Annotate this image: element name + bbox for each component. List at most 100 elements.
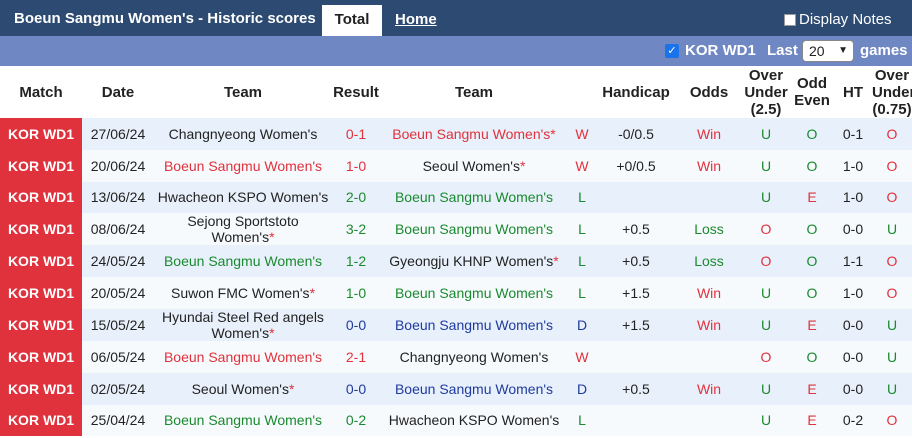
home-team[interactable]: Boeun Sangmu Women's (154, 245, 332, 278)
away-team[interactable]: Hwacheon KSPO Women's (380, 404, 568, 437)
team-name[interactable]: Boeun Sangmu Women's (395, 285, 553, 301)
table-row[interactable]: KOR WD1 20/05/24 Suwon FMC Women's* 1-0 Boeu… (0, 277, 912, 309)
col-wl (568, 66, 596, 118)
display-notes-checkbox[interactable] (784, 13, 796, 26)
match-result[interactable]: 1-0 (332, 277, 380, 309)
tab-total[interactable]: Total (322, 5, 382, 36)
result-indicator: D (568, 372, 596, 405)
home-team[interactable]: Boeun Sangmu Women's (154, 149, 332, 182)
home-team[interactable]: Seoul Women's* (154, 372, 332, 405)
table-row[interactable]: KOR WD1 27/06/24 Changnyeong Women's 0-1 Boe… (0, 118, 912, 150)
result-indicator: W (568, 340, 596, 373)
league-badge[interactable]: KOR WD1 (0, 149, 82, 182)
half-time-score: 1-1 (834, 245, 872, 278)
col-team-away: Team (380, 66, 568, 118)
team-name[interactable]: Boeun Sangmu Women's (164, 158, 322, 174)
match-result[interactable]: 1-2 (332, 245, 380, 278)
match-date: 15/05/24 (82, 308, 154, 341)
table-row[interactable]: KOR WD1 06/05/24 Boeun Sangmu Women's 2-1 Ch… (0, 340, 912, 373)
handicap-value (596, 404, 676, 437)
check-icon[interactable]: ✓ (665, 43, 679, 58)
match-result[interactable]: 0-0 (332, 308, 380, 341)
match-result[interactable]: 2-0 (332, 181, 380, 214)
result-indicator: L (568, 213, 596, 246)
team-name[interactable]: Gyeongju KHNP Women's (389, 253, 553, 269)
match-result[interactable]: 3-2 (332, 213, 380, 246)
league-badge[interactable]: KOR WD1 (0, 404, 82, 437)
league-badge[interactable]: KOR WD1 (0, 181, 82, 214)
league-badge[interactable]: KOR WD1 (0, 213, 82, 246)
tab-home[interactable]: Home (395, 11, 437, 28)
away-team[interactable]: Boeun Sangmu Women's (380, 277, 568, 309)
col-odd-even: Odd Even (790, 66, 834, 118)
away-team[interactable]: Boeun Sangmu Women's (380, 372, 568, 405)
away-team[interactable]: Seoul Women's* (380, 149, 568, 182)
handicap-value: -0/0.5 (596, 118, 676, 150)
team-name[interactable]: Boeun Sangmu Women's (164, 412, 322, 428)
team-name[interactable]: Boeun Sangmu Women's (395, 381, 553, 397)
handicap-value: +1.5 (596, 308, 676, 341)
away-team[interactable]: Boeun Sangmu Women's (380, 181, 568, 214)
away-team[interactable]: Gyeongju KHNP Women's* (380, 245, 568, 278)
over-under-value: U (742, 308, 790, 341)
away-team[interactable]: Changnyeong Women's (380, 340, 568, 373)
match-date: 06/05/24 (82, 340, 154, 373)
match-result[interactable]: 0-1 (332, 118, 380, 150)
home-team[interactable]: Changnyeong Women's (154, 118, 332, 150)
result-indicator: D (568, 308, 596, 341)
team-name[interactable]: Boeun Sangmu Women's (164, 349, 322, 365)
odds-outcome (676, 340, 742, 373)
team-name[interactable]: Hwacheon KSPO Women's (158, 189, 329, 205)
col-odds: Odds (676, 66, 742, 118)
home-team[interactable]: Boeun Sangmu Women's (154, 340, 332, 373)
match-result[interactable]: 2-1 (332, 340, 380, 373)
table-row[interactable]: KOR WD1 24/05/24 Boeun Sangmu Women's 1-2 Gy… (0, 245, 912, 278)
games-count-select[interactable]: 20 ▼ (802, 40, 854, 62)
match-result[interactable]: 0-0 (332, 372, 380, 405)
team-name[interactable]: Hyundai Steel Red angels Women's (162, 309, 324, 341)
team-name[interactable]: Sejong Sportstoto Women's (187, 213, 298, 245)
league-badge[interactable]: KOR WD1 (0, 118, 82, 150)
team-name[interactable]: Boeun Sangmu Women's (395, 317, 553, 333)
match-result[interactable]: 0-2 (332, 404, 380, 437)
home-team[interactable]: Suwon FMC Women's* (154, 277, 332, 309)
over-under-value: U (742, 118, 790, 150)
odds-outcome: Win (676, 277, 742, 309)
team-name[interactable]: Changnyeong Women's (400, 349, 549, 365)
team-name[interactable]: Hwacheon KSPO Women's (389, 412, 560, 428)
handicap-value (596, 340, 676, 373)
team-name[interactable]: Boeun Sangmu Women's (395, 189, 553, 205)
team-name[interactable]: Boeun Sangmu Women's (392, 126, 550, 142)
home-team[interactable]: Hyundai Steel Red angels Women's* (154, 308, 332, 341)
team-name[interactable]: Suwon FMC Women's (171, 285, 310, 301)
table-row[interactable]: KOR WD1 02/05/24 Seoul Women's* 0-0 Boeun Sa… (0, 372, 912, 405)
table-row[interactable]: KOR WD1 13/06/24 Hwacheon KSPO Women's 2-0 B… (0, 181, 912, 214)
table-row[interactable]: KOR WD1 08/06/24 Sejong Sportstoto Women's… (0, 213, 912, 246)
result-indicator: L (568, 245, 596, 278)
home-team[interactable]: Hwacheon KSPO Women's (154, 181, 332, 214)
league-badge[interactable]: KOR WD1 (0, 277, 82, 309)
home-team[interactable]: Boeun Sangmu Women's (154, 404, 332, 437)
over-under-value: O (742, 245, 790, 278)
league-badge[interactable]: KOR WD1 (0, 245, 82, 278)
display-notes-toggle[interactable]: Display Notes (784, 11, 892, 28)
team-name[interactable]: Seoul Women's (192, 381, 289, 397)
result-indicator: L (568, 277, 596, 309)
team-name[interactable]: Changnyeong Women's (169, 126, 318, 142)
table-header: Match Date Team Result Team Handicap Odd… (0, 66, 912, 118)
team-name[interactable]: Seoul Women's (423, 158, 520, 174)
table-row[interactable]: KOR WD1 20/06/24 Boeun Sangmu Women's 1-0 Se… (0, 149, 912, 182)
table-row[interactable]: KOR WD1 25/04/24 Boeun Sangmu Women's 0-2 Hw… (0, 404, 912, 437)
league-badge[interactable]: KOR WD1 (0, 308, 82, 341)
league-filter[interactable]: ✓ KOR WD1 (665, 42, 756, 59)
home-team[interactable]: Sejong Sportstoto Women's* (154, 213, 332, 246)
league-badge[interactable]: KOR WD1 (0, 372, 82, 405)
team-name[interactable]: Boeun Sangmu Women's (395, 221, 553, 237)
team-name[interactable]: Boeun Sangmu Women's (164, 253, 322, 269)
table-row[interactable]: KOR WD1 15/05/24 Hyundai Steel Red angels … (0, 308, 912, 341)
league-badge[interactable]: KOR WD1 (0, 340, 82, 373)
away-team[interactable]: Boeun Sangmu Women's* (380, 118, 568, 150)
away-team[interactable]: Boeun Sangmu Women's (380, 213, 568, 246)
match-result[interactable]: 1-0 (332, 149, 380, 182)
away-team[interactable]: Boeun Sangmu Women's (380, 308, 568, 341)
